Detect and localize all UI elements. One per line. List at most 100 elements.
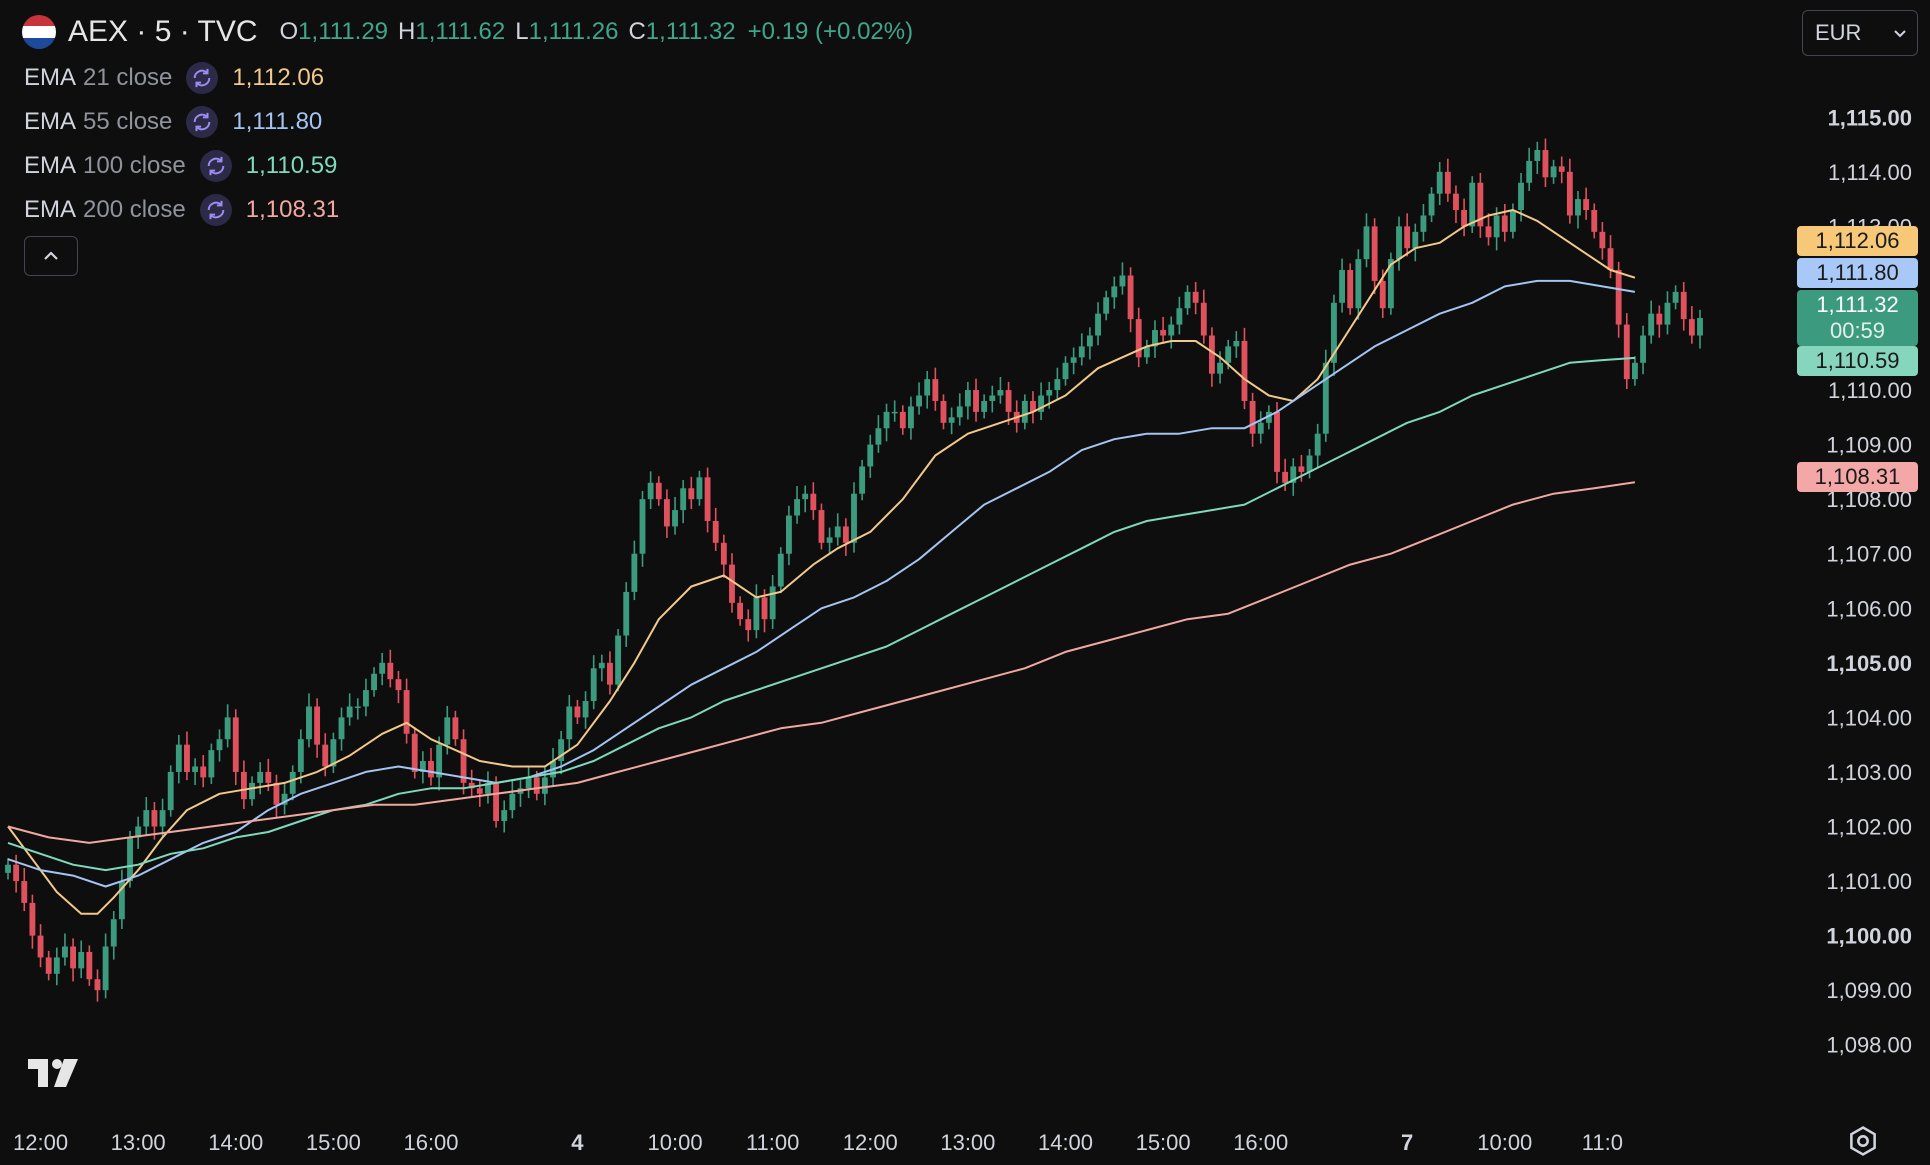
- candle-body: [802, 493, 809, 500]
- candle-body: [1420, 215, 1427, 232]
- candle-body: [13, 864, 20, 882]
- candle-body: [883, 411, 890, 429]
- candle-body: [663, 499, 670, 527]
- candle: [257, 762, 264, 795]
- candle-body: [924, 379, 931, 396]
- candle-body: [1493, 215, 1500, 238]
- candle: [875, 415, 882, 453]
- candle: [1257, 411, 1264, 444]
- symbol-title[interactable]: AEX · 5 · TVC: [68, 15, 258, 49]
- candle-body: [891, 411, 898, 414]
- candle: [647, 471, 654, 509]
- candle: [1534, 141, 1541, 175]
- time-axis-label: 11:0: [1582, 1130, 1623, 1155]
- candle: [135, 816, 142, 849]
- candle: [175, 734, 182, 784]
- indicator-ema-200[interactable]: EMA 200 close 1,108.31: [24, 188, 339, 232]
- candle: [550, 747, 556, 786]
- candle: [745, 609, 752, 642]
- candle: [354, 698, 361, 720]
- candle-body: [1021, 400, 1028, 423]
- candle: [5, 858, 11, 880]
- candle-body: [200, 766, 207, 778]
- candle: [696, 470, 703, 506]
- sync-icon[interactable]: [186, 106, 219, 138]
- candle-body: [216, 739, 223, 751]
- candle-body: [916, 395, 923, 407]
- price-tag-ema-21: 1,112.06: [1797, 226, 1918, 256]
- candle: [1160, 316, 1167, 344]
- candle: [859, 459, 866, 501]
- candle-body: [1583, 199, 1590, 211]
- candle: [387, 649, 394, 688]
- sync-icon[interactable]: [199, 150, 232, 182]
- price-tag-ema-55: 1,111.80: [1797, 258, 1918, 288]
- candle-body: [590, 668, 597, 702]
- candle-body: [859, 466, 866, 494]
- candle: [118, 869, 125, 930]
- candle-body: [346, 706, 353, 718]
- candle-body: [777, 553, 784, 587]
- candle: [1485, 213, 1492, 246]
- candle-body: [1233, 340, 1240, 347]
- candle: [956, 393, 963, 426]
- candle: [663, 489, 670, 538]
- candle-body: [826, 537, 833, 543]
- candle-body: [257, 771, 264, 783]
- settings-gear-icon[interactable]: [1846, 1124, 1880, 1158]
- candle-body: [1347, 270, 1354, 309]
- candle-body: [1680, 291, 1687, 320]
- candle: [940, 394, 947, 430]
- currency-select[interactable]: EUR: [1802, 10, 1918, 56]
- candle-body: [1656, 313, 1663, 325]
- price-axis-label: 1,102.00: [1826, 815, 1912, 840]
- candle: [916, 382, 923, 415]
- indicator-ema-55[interactable]: EMA 55 close 1,111.80: [24, 100, 339, 144]
- time-axis: 12:00 13:00 14:00 15:00 16:00 4 10:00 11:00 12:0…: [13, 1130, 1623, 1155]
- candle: [419, 751, 426, 784]
- indicator-value: 1,111.80: [232, 108, 323, 135]
- candle-body: [1062, 362, 1069, 380]
- candle-body: [354, 706, 361, 708]
- collapse-legend-button[interactable]: [24, 236, 78, 276]
- indicator-value: 1,110.59: [245, 152, 338, 179]
- candle: [1591, 203, 1598, 239]
- candle-body: [1200, 302, 1207, 336]
- candle: [110, 911, 117, 960]
- candle: [688, 476, 695, 509]
- candle: [208, 743, 215, 784]
- candle-body: [1363, 226, 1370, 260]
- tradingview-logo-icon[interactable]: [28, 1057, 86, 1089]
- candle-body: [672, 510, 678, 527]
- candle: [1274, 402, 1280, 484]
- price-axis-label: 1,114.00: [1828, 160, 1912, 185]
- candle: [607, 651, 613, 695]
- candle: [973, 378, 979, 422]
- time-axis-label: 4: [571, 1130, 584, 1155]
- candle-body: [1461, 210, 1468, 227]
- candle: [1127, 267, 1134, 333]
- time-axis-label: 10:00: [1477, 1130, 1532, 1155]
- candle-body: [1672, 291, 1679, 303]
- candle: [1697, 309, 1703, 349]
- indicator-ema-21[interactable]: EMA 21 close 1,112.06: [24, 56, 339, 100]
- candle-body: [444, 717, 451, 745]
- candle-body: [1542, 150, 1549, 178]
- candle-body: [1412, 231, 1419, 249]
- candle-body: [1054, 379, 1061, 391]
- candle: [1339, 258, 1346, 313]
- candle: [86, 945, 93, 986]
- candle: [1143, 339, 1150, 364]
- candle-body: [240, 771, 247, 800]
- candle-body: [680, 488, 687, 511]
- candle-body: [29, 902, 36, 936]
- indicator-ema-100[interactable]: EMA 100 close 1,110.59: [24, 144, 339, 188]
- candle: [1566, 158, 1573, 224]
- time-axis-label: 16:00: [1233, 1130, 1288, 1155]
- candle-body: [1257, 422, 1264, 434]
- sync-icon[interactable]: [199, 194, 232, 226]
- candle: [981, 394, 988, 419]
- sync-icon[interactable]: [186, 62, 219, 94]
- candle-body: [1404, 226, 1411, 249]
- candle-body: [110, 919, 117, 947]
